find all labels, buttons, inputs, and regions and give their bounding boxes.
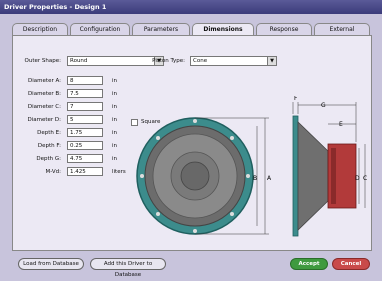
speaker-front-view: [136, 117, 254, 235]
dimensions-panel: Outer Shape: Round ▼ Piston Type: Cone ▼…: [12, 35, 372, 251]
mvd-field[interactable]: 1.425: [67, 167, 103, 176]
tab-external[interactable]: External: [314, 23, 370, 35]
diameter-a-unit: in: [112, 78, 118, 84]
diameter-c-field[interactable]: 7: [67, 102, 103, 111]
piston-type-value: Cone: [193, 58, 208, 64]
diameter-a-label: Diameter A:: [28, 78, 61, 84]
depth-f-label: Depth F:: [37, 143, 61, 149]
speaker-diagram: B A F G E D C: [136, 96, 367, 237]
depth-f-field[interactable]: 0.25: [67, 141, 103, 150]
depth-f-unit: in: [112, 143, 118, 149]
cancel-button[interactable]: Cancel: [332, 258, 370, 270]
diameter-b-field[interactable]: 7.5: [67, 89, 103, 98]
diagram-label-g: G: [321, 102, 326, 109]
add-driver-button[interactable]: Add this Driver to Database: [90, 258, 166, 278]
diameter-b-label: Diameter B:: [27, 91, 61, 97]
diameter-d-label: Diameter D:: [27, 117, 61, 123]
outer-shape-label: Outer Shape:: [24, 58, 61, 64]
depth-e-field[interactable]: 1.75: [67, 128, 103, 137]
window-title: Driver Properties - Design 1: [0, 0, 382, 14]
outer-shape-value: Round: [70, 58, 88, 64]
depth-g-label: Depth G:: [36, 156, 61, 162]
speaker-side-view: [292, 115, 357, 237]
diameter-d-field[interactable]: 5: [67, 115, 103, 124]
accept-button[interactable]: Accept: [290, 258, 328, 270]
depth-g-field[interactable]: 4.75: [67, 154, 103, 163]
piston-type-select[interactable]: Cone ▼: [190, 56, 277, 66]
diagram-label-b: B: [253, 175, 257, 182]
chevron-down-icon: ▼: [267, 57, 276, 65]
diameter-c-unit: in: [112, 104, 118, 110]
diagram-label-f: F: [294, 96, 298, 102]
load-from-database-button[interactable]: Load from Database: [18, 258, 84, 270]
piston-type-label: Piston Type:: [152, 58, 185, 64]
diameter-d-unit: in: [112, 117, 118, 123]
mvd-label: M-Vd:: [45, 169, 61, 175]
tab-parameters[interactable]: Parameters: [132, 23, 190, 35]
diameter-c-label: Diameter C:: [27, 104, 61, 110]
diameter-a-field[interactable]: 8: [67, 76, 103, 85]
tab-description[interactable]: Description: [12, 23, 68, 35]
mvd-unit: liters: [112, 169, 126, 175]
diagram-label-a: A: [267, 175, 272, 182]
diagram-label-d: D: [355, 175, 360, 182]
diagram-label-e: E: [339, 121, 343, 128]
depth-e-unit: in: [112, 130, 118, 136]
diameter-b-unit: in: [112, 91, 118, 97]
depth-e-label: Depth E:: [37, 130, 61, 136]
tab-response[interactable]: Response: [256, 23, 312, 35]
tab-configuration[interactable]: Configuration: [70, 23, 130, 35]
tab-bar: Description Configuration Parameters Dim…: [12, 23, 372, 36]
diagram-label-c: C: [363, 175, 367, 182]
depth-g-unit: in: [112, 156, 118, 162]
